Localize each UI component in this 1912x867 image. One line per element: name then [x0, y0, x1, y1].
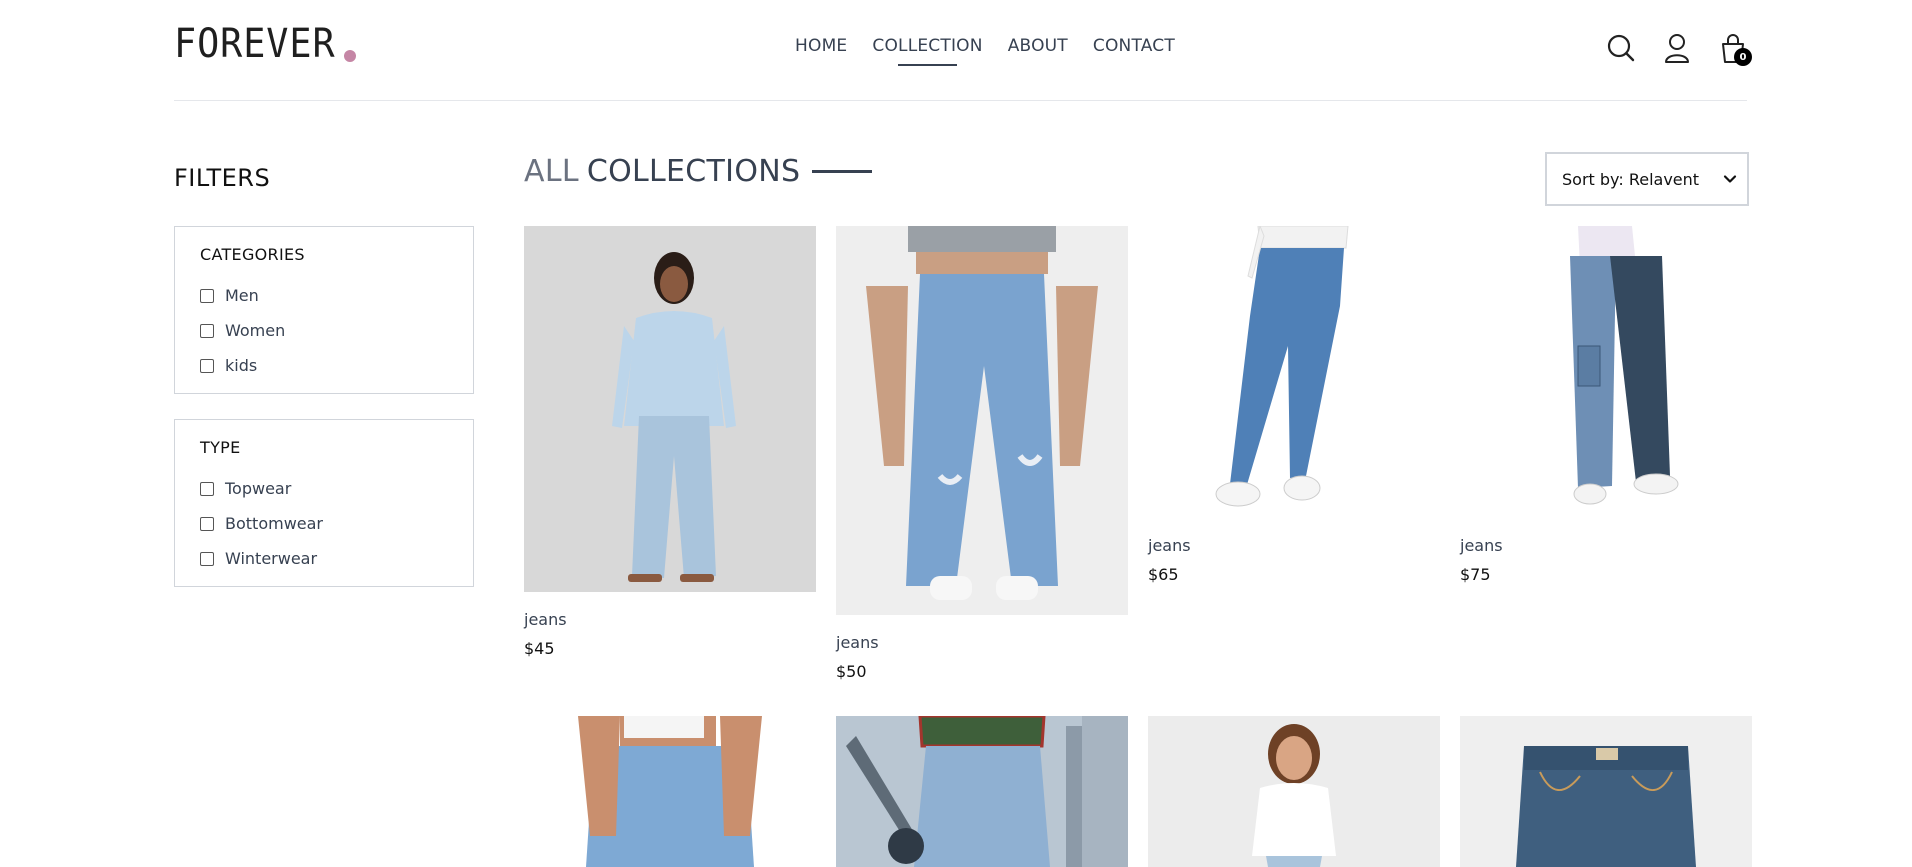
- checkbox[interactable]: [200, 481, 214, 496]
- product-card[interactable]: jeans $45: [524, 226, 816, 658]
- type-heading: TYPE: [200, 438, 241, 457]
- checkbox[interactable]: [200, 288, 214, 303]
- filter-option-label: Women: [225, 321, 286, 340]
- cart-button[interactable]: 0: [1719, 33, 1752, 66]
- checkbox[interactable]: [200, 516, 214, 531]
- filter-option-men[interactable]: Men: [200, 278, 448, 313]
- product-name: jeans: [1148, 536, 1191, 555]
- product-price: $50: [836, 662, 867, 681]
- product-price: $75: [1460, 565, 1491, 584]
- product-card[interactable]: [1148, 716, 1440, 867]
- nav-collection[interactable]: COLLECTION: [872, 36, 983, 66]
- product-image[interactable]: [836, 716, 1128, 867]
- product-name: jeans: [1460, 536, 1503, 555]
- product-image[interactable]: [1460, 716, 1752, 867]
- nav-contact[interactable]: CONTACT: [1093, 36, 1175, 56]
- checkbox[interactable]: [200, 323, 214, 338]
- product-image[interactable]: [524, 226, 816, 592]
- logo[interactable]: FOREVER: [174, 22, 356, 66]
- title-line: [812, 170, 873, 173]
- product-image[interactable]: [1148, 716, 1440, 867]
- product-price: $45: [524, 639, 555, 658]
- nav-collection-label: COLLECTION: [872, 36, 983, 56]
- filters-title[interactable]: FILTERS: [174, 164, 270, 192]
- cart-count-badge: 0: [1734, 48, 1752, 66]
- categories-filter: CATEGORIES Men Women kids: [174, 226, 474, 394]
- product-name: jeans: [836, 633, 879, 652]
- sort-selected-value: Sort by: Relavent: [1562, 169, 1700, 189]
- page-title: ALL COLLECTIONS: [524, 154, 873, 189]
- checkbox[interactable]: [200, 358, 214, 373]
- product-price: $65: [1148, 565, 1179, 584]
- header-icons: 0: [1607, 33, 1752, 66]
- product-image[interactable]: [1148, 226, 1440, 518]
- checkbox[interactable]: [200, 551, 214, 566]
- nav-active-underline: [898, 64, 957, 66]
- title-part2: COLLECTIONS: [586, 154, 801, 189]
- product-name: jeans: [524, 610, 567, 629]
- search-icon[interactable]: [1607, 33, 1635, 63]
- filter-option-label: Men: [225, 286, 259, 305]
- title-part1: ALL: [524, 154, 579, 189]
- filter-option-kids[interactable]: kids: [200, 348, 448, 383]
- product-card[interactable]: jeans $65: [1148, 226, 1440, 584]
- nav-home[interactable]: HOME: [795, 36, 847, 56]
- filter-option-winterwear[interactable]: Winterwear: [200, 541, 448, 576]
- product-image[interactable]: [524, 716, 816, 867]
- sort-select[interactable]: Sort by: Relavent: [1545, 152, 1749, 206]
- filter-option-label: kids: [225, 356, 258, 375]
- filter-option-bottomwear[interactable]: Bottomwear: [200, 506, 448, 541]
- profile-icon[interactable]: [1663, 33, 1691, 63]
- chevron-down-icon: [1723, 175, 1737, 183]
- filter-option-label: Topwear: [225, 479, 292, 498]
- product-card[interactable]: jeans $75: [1460, 226, 1752, 584]
- product-card[interactable]: [524, 716, 816, 867]
- product-image[interactable]: [1460, 226, 1752, 518]
- product-card[interactable]: [1460, 716, 1752, 867]
- filter-option-label: Bottomwear: [225, 514, 323, 533]
- product-card[interactable]: [836, 716, 1128, 867]
- logo-dot: [343, 50, 356, 62]
- filter-option-topwear[interactable]: Topwear: [200, 471, 448, 506]
- categories-heading: CATEGORIES: [200, 245, 305, 264]
- nav-about[interactable]: ABOUT: [1008, 36, 1068, 56]
- logo-text: FOREVER: [174, 21, 336, 67]
- site-header: FOREVER HOME COLLECTION ABOUT CONTACT 0: [174, 0, 1752, 101]
- type-filter: TYPE Topwear Bottomwear Winterwear: [174, 419, 474, 587]
- main-nav: HOME COLLECTION ABOUT CONTACT: [795, 36, 1175, 66]
- filter-option-women[interactable]: Women: [200, 313, 448, 348]
- filter-option-label: Winterwear: [225, 549, 318, 568]
- product-card[interactable]: jeans $50: [836, 226, 1128, 681]
- product-image[interactable]: [836, 226, 1128, 615]
